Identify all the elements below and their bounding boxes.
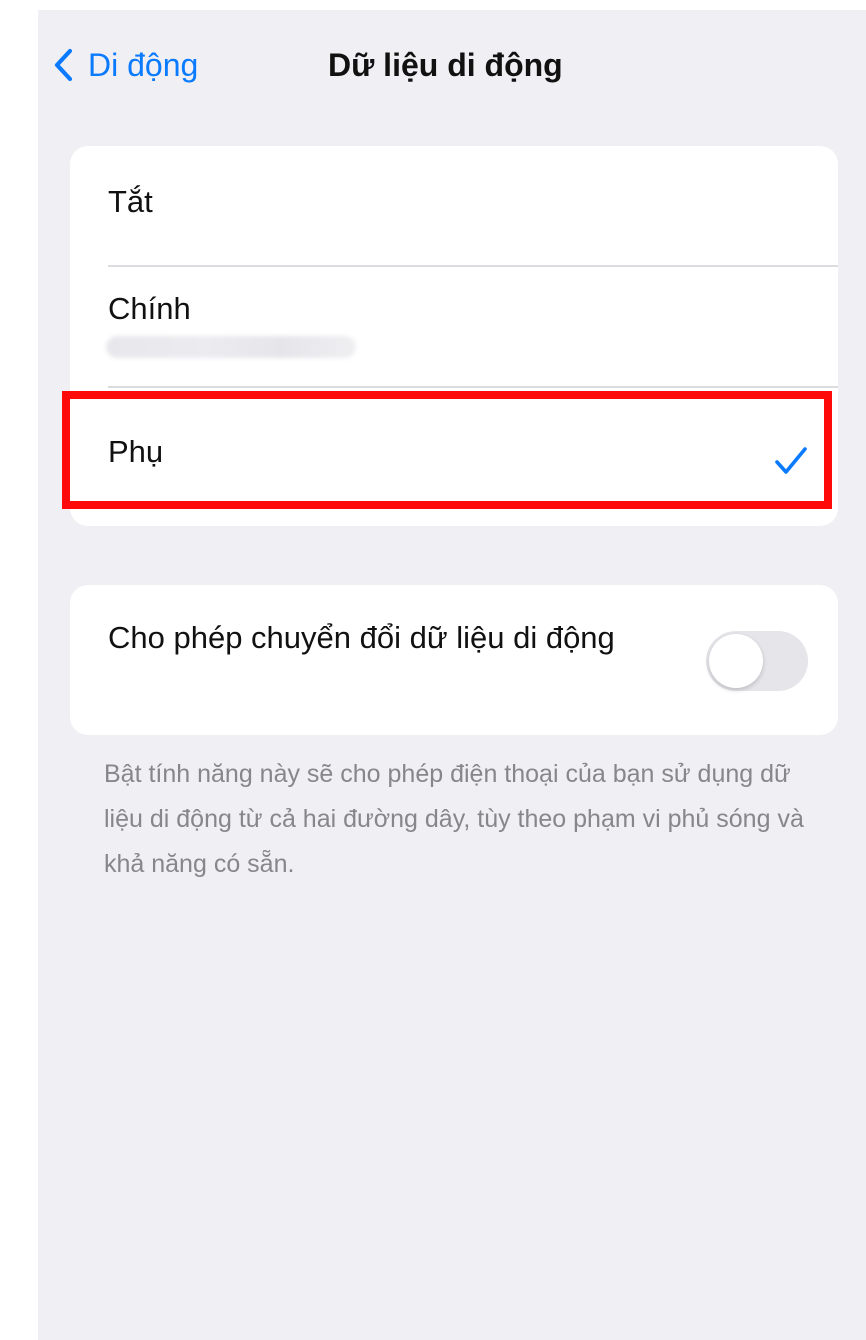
footer-note: Bật tính năng này sẽ cho phép điện thoại…	[104, 760, 804, 878]
back-button[interactable]: Di động	[52, 40, 198, 90]
data-switching-group: Cho phép chuyển đổi dữ liệu di động	[70, 585, 838, 735]
option-secondary-label: Phụ	[108, 434, 164, 469]
redacted-number	[106, 336, 356, 358]
checkmark-icon	[775, 447, 807, 474]
back-label: Di động	[88, 46, 199, 83]
option-off-label: Tắt	[108, 184, 153, 219]
option-off[interactable]: Tắt	[70, 146, 838, 266]
option-primary[interactable]: Chính	[70, 267, 838, 387]
option-secondary[interactable]: Phụ	[70, 388, 838, 526]
option-primary-label: Chính	[108, 291, 191, 326]
toggle-knob	[709, 634, 763, 688]
sim-options-group: Tắt Chính Phụ	[70, 146, 838, 526]
chevron-left-icon	[54, 48, 73, 82]
data-switching-toggle[interactable]	[706, 631, 808, 691]
settings-screen: Di động Dữ liệu di động Tắt Chính Phụ Ch…	[38, 10, 866, 1340]
page-title: Dữ liệu di động	[328, 47, 563, 83]
data-switching-label: Cho phép chuyển đổi dữ liệu di động	[108, 620, 615, 655]
